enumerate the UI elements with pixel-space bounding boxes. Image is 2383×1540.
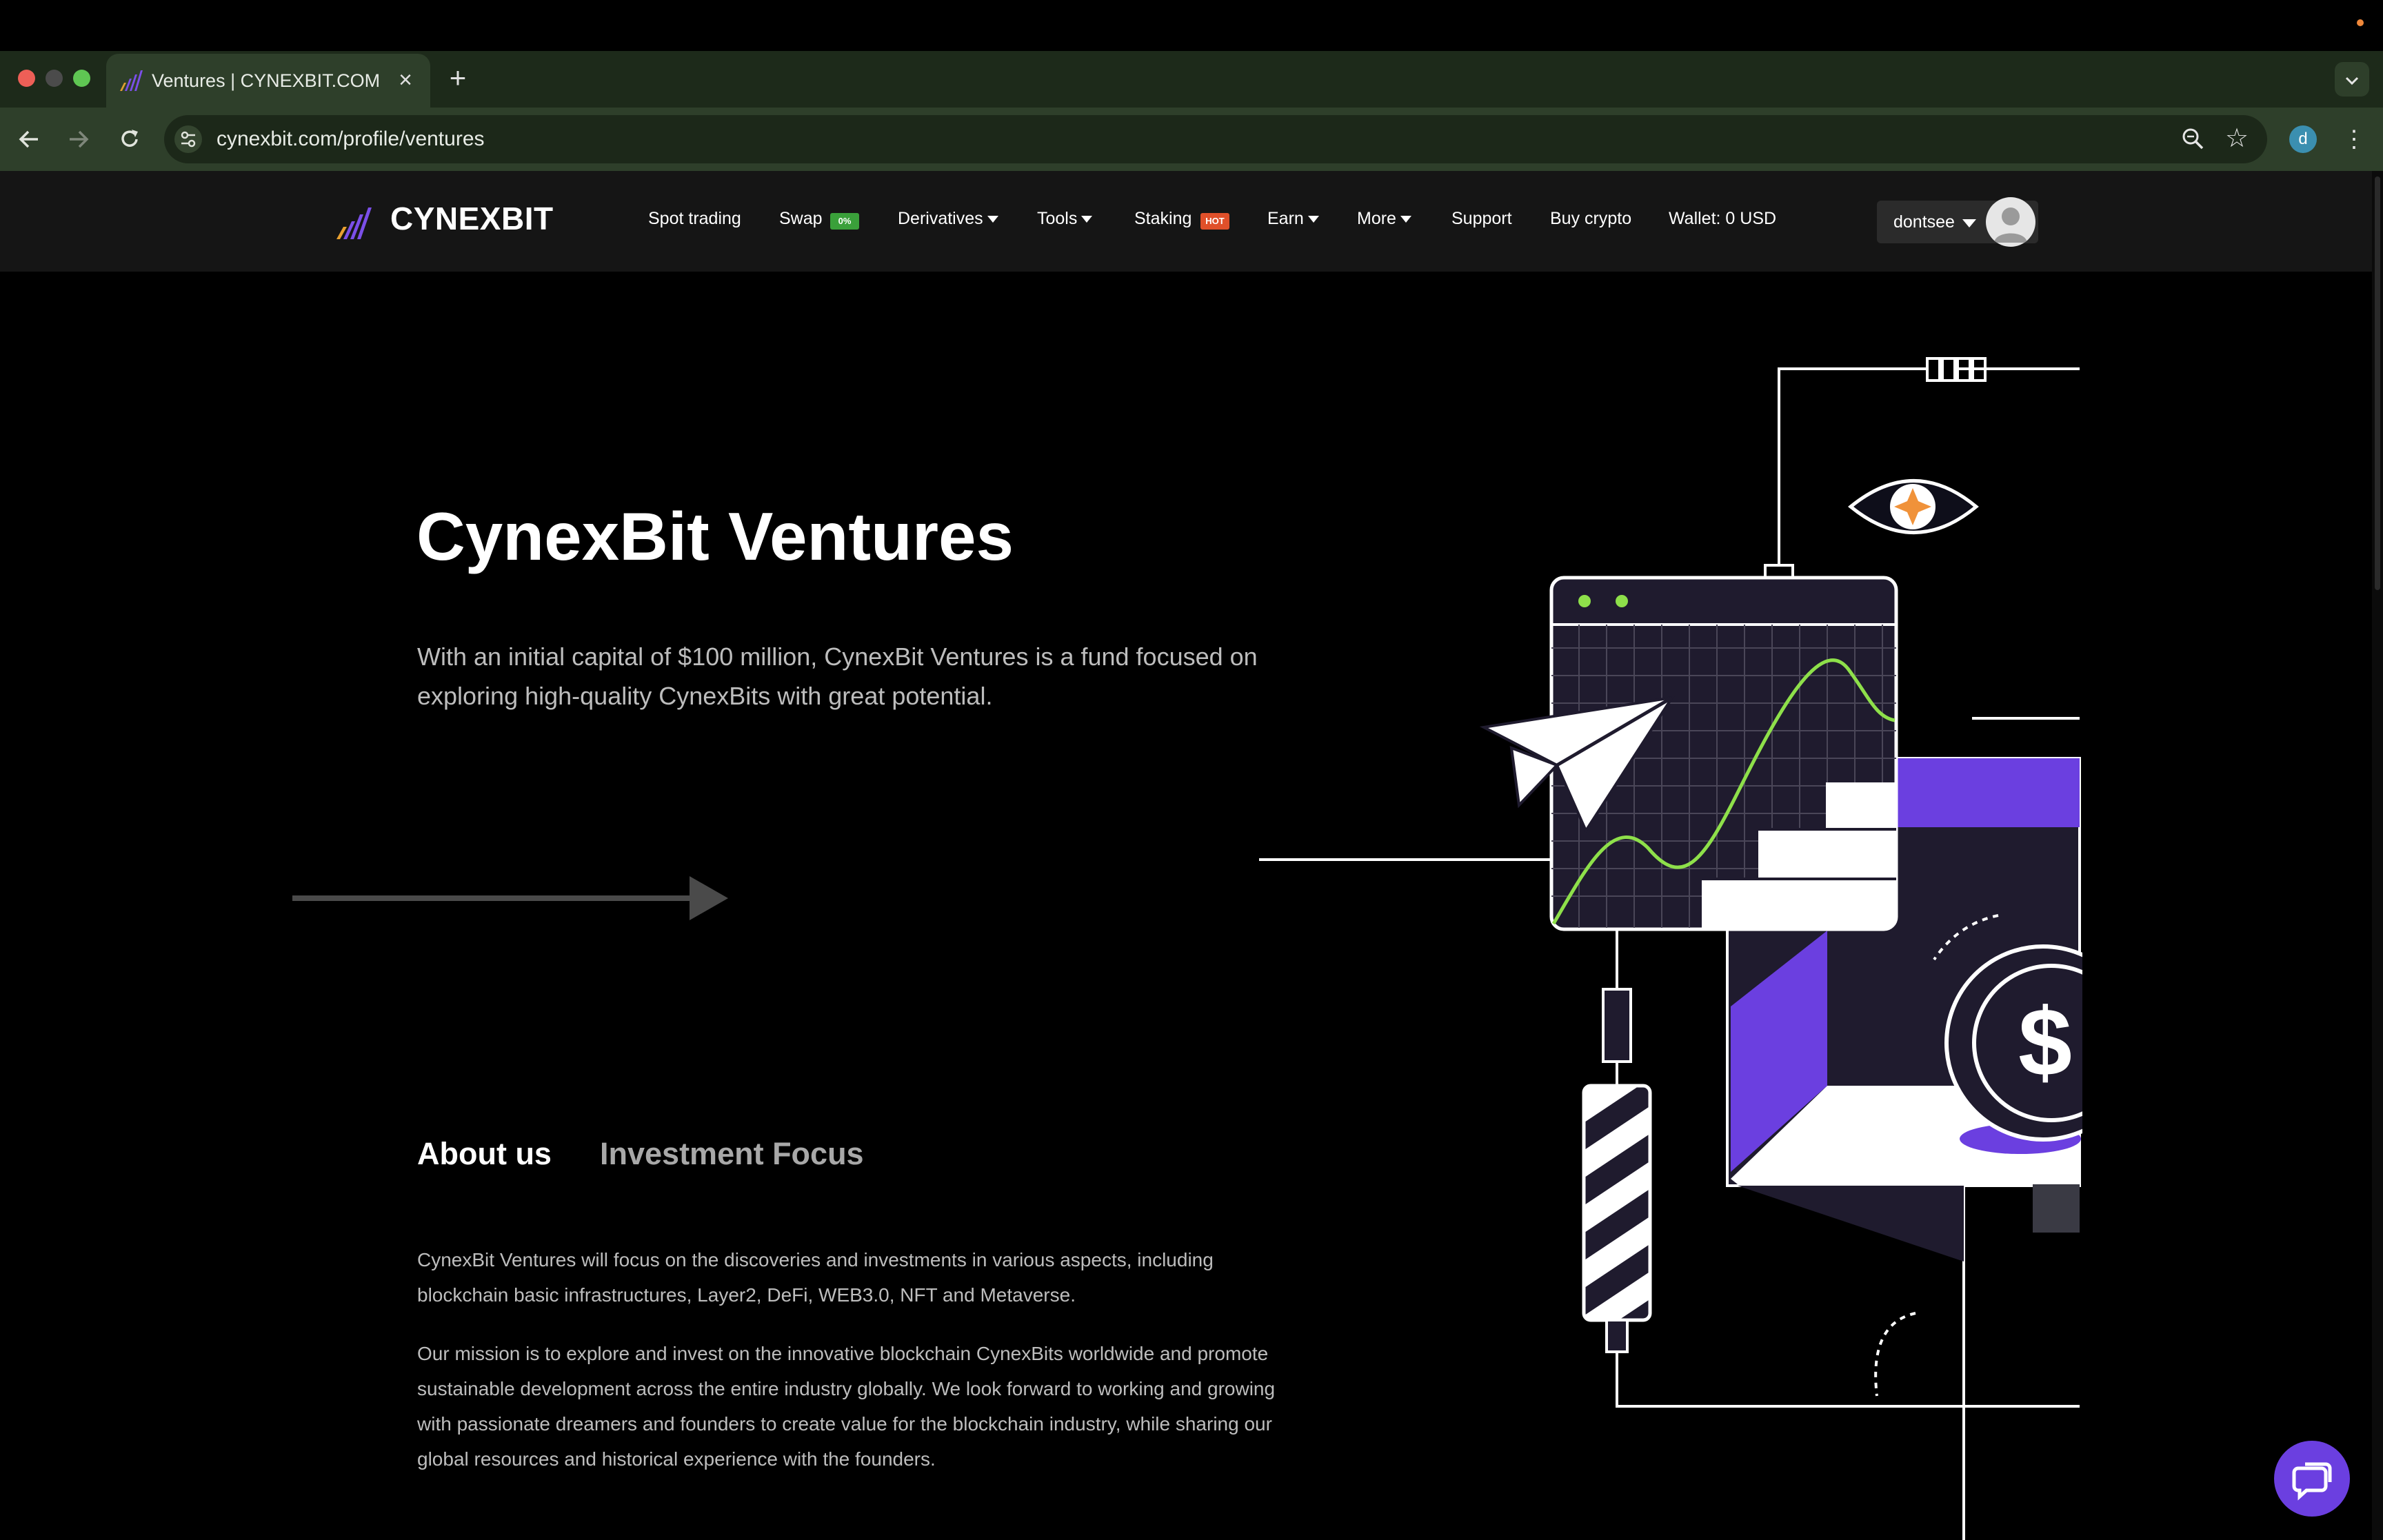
nav-derivatives-label: Derivatives xyxy=(898,209,983,228)
tab-about-us[interactable]: About us xyxy=(417,1136,552,1172)
dashed-arc-icon xyxy=(1874,1312,1916,1397)
nav-staking[interactable]: Staking xyxy=(1134,209,1192,229)
about-paragraph-1: CynexBit Ventures will focus on the disc… xyxy=(417,1249,1214,1306)
bookmark-star-icon[interactable]: ☆ xyxy=(2222,123,2252,154)
ventures-illustration: $ xyxy=(1259,357,2082,1540)
cynexbit-favicon-icon xyxy=(120,70,143,91)
nav-support[interactable]: Support xyxy=(1451,209,1512,229)
caret-down-icon xyxy=(1307,216,1319,223)
about-paragraph-2: Our mission is to explore and invest on … xyxy=(417,1343,1276,1470)
reload-icon xyxy=(121,130,138,147)
back-arrow-icon xyxy=(19,130,38,148)
nav-tools[interactable]: Tools xyxy=(1037,209,1093,229)
username: dontsee xyxy=(1893,212,1955,232)
os-top-bar xyxy=(0,0,2383,51)
tab-close-button[interactable]: × xyxy=(390,65,421,95)
tab-title: Ventures | CYNEXBIT.COM xyxy=(152,70,381,91)
nav-more-label: More xyxy=(1357,209,1396,228)
zoom-icon[interactable] xyxy=(2179,125,2208,154)
connector-icon xyxy=(1764,564,1794,579)
caret-down-icon xyxy=(1400,216,1411,223)
caret-down-icon xyxy=(1081,216,1093,223)
chevron-down-icon xyxy=(2345,77,2359,85)
live-chat-button[interactable] xyxy=(2274,1441,2350,1517)
user-silhouette-icon xyxy=(1994,207,2027,243)
nav-wallet[interactable]: Wallet: 0 USD xyxy=(1669,209,1776,229)
browser-tab[interactable]: Ventures | CYNEXBIT.COM × xyxy=(106,54,430,108)
caret-down-icon xyxy=(987,216,998,223)
nav-tools-label: Tools xyxy=(1037,209,1078,228)
close-window-button[interactable] xyxy=(18,70,35,87)
coin-symbol: $ xyxy=(2018,988,2072,1096)
user-avatar[interactable] xyxy=(1986,197,2035,247)
reload-button[interactable] xyxy=(110,120,149,159)
page-title: CynexBit Ventures xyxy=(416,498,1014,574)
site-info-icon[interactable] xyxy=(174,125,203,154)
eye-icon xyxy=(1848,479,1979,534)
nav-earn[interactable]: Earn xyxy=(1267,209,1319,229)
maximize-window-button[interactable] xyxy=(73,70,90,87)
forward-arrow-icon xyxy=(70,130,89,148)
hero-description: With an initial capital of $100 million,… xyxy=(417,642,1258,710)
hot-badge: HOT xyxy=(1200,213,1229,230)
tab-investment-focus[interactable]: Investment Focus xyxy=(600,1136,864,1172)
nav-more[interactable]: More xyxy=(1357,209,1411,229)
nav-earn-label: Earn xyxy=(1267,209,1304,228)
logo-text[interactable]: CYNEXBIT xyxy=(390,200,554,237)
striped-capsule-icon xyxy=(1582,1084,1652,1353)
caret-down-icon xyxy=(1962,219,1976,227)
browser-menu-button[interactable]: ⋮ xyxy=(2342,123,2366,156)
back-button[interactable] xyxy=(10,120,48,159)
recording-indicator xyxy=(2357,19,2364,26)
chat-bubble-icon xyxy=(2292,1462,2332,1501)
new-tab-button[interactable]: + xyxy=(441,62,474,95)
swap-badge: 0% xyxy=(830,213,859,230)
url-text[interactable]: cynexbit.com/profile/ventures xyxy=(217,115,485,163)
arrow-right-icon xyxy=(292,876,728,920)
minimize-window-button[interactable] xyxy=(46,70,63,87)
tab-search-button[interactable] xyxy=(2335,62,2369,97)
nav-spot-trading[interactable]: Spot trading xyxy=(648,209,741,229)
scrollbar-thumb[interactable] xyxy=(2375,176,2380,590)
nav-buy-crypto[interactable]: Buy crypto xyxy=(1550,209,1631,229)
nav-derivatives[interactable]: Derivatives xyxy=(898,209,998,229)
profile-avatar[interactable]: d xyxy=(2289,125,2317,153)
nav-swap[interactable]: Swap xyxy=(779,209,823,229)
forward-button[interactable] xyxy=(59,120,98,159)
cynexbit-logo-icon[interactable] xyxy=(335,205,376,241)
resistor-icon xyxy=(1602,988,1632,1063)
address-bar[interactable]: cynexbit.com/profile/ventures ☆ xyxy=(164,115,2267,163)
